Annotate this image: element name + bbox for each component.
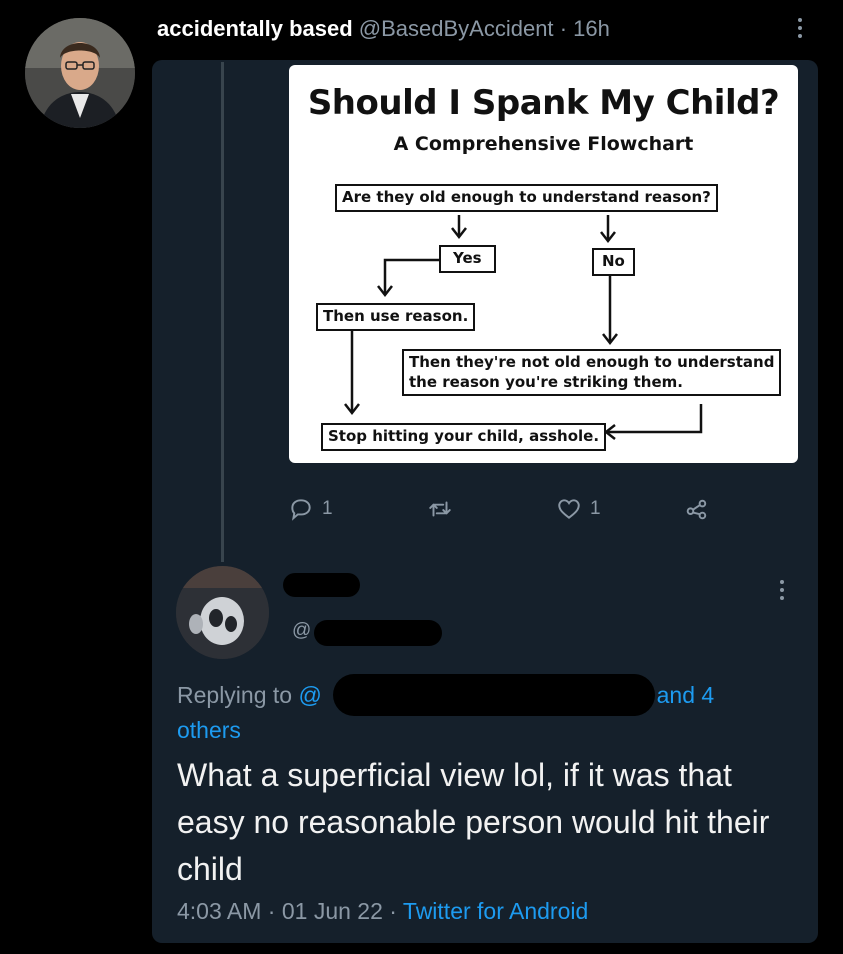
avatar[interactable]	[25, 18, 135, 128]
reply-handle-prefix: @	[292, 620, 312, 641]
flowchart-use-reason-box: Then use reason.	[316, 303, 476, 331]
flowchart-title: Should I Spank My Child?	[307, 83, 780, 123]
flowchart-question-box: Are they old enough to understand reason…	[335, 184, 718, 212]
reply-source[interactable]: Twitter for Android	[403, 898, 588, 924]
flowchart-no-box: No	[592, 248, 635, 276]
meta-separator-2: ·	[389, 898, 397, 924]
flowchart-not-old-line2: the reason you're striking them.	[409, 372, 683, 391]
user-handle[interactable]: @BasedByAccident	[359, 16, 554, 41]
reply-icon	[291, 499, 311, 521]
tweet-image-flowchart[interactable]: Should I Spank My Child? A Comprehensive…	[289, 65, 798, 463]
flowchart-yes-box: Yes	[439, 245, 496, 273]
heart-icon	[558, 499, 580, 519]
display-name[interactable]: accidentally based	[157, 16, 353, 41]
flowchart-arrows	[344, 215, 703, 440]
reply-avatar[interactable]	[176, 566, 269, 659]
reply-meta: 4:03 AM · 01 Jun 22 · Twitter for Androi…	[177, 898, 588, 925]
retweet-button[interactable]	[427, 496, 461, 522]
tweet-age[interactable]: 16h	[573, 16, 610, 41]
reply-handle-redacted	[314, 620, 442, 646]
reply-text: What a superficial view lol, if it was t…	[177, 757, 770, 887]
replying-to-others-cont[interactable]: others	[177, 717, 241, 743]
share-icon	[686, 499, 707, 520]
reply-count: 1	[322, 498, 333, 519]
like-count: 1	[590, 498, 601, 519]
reply-avatar-image-icon	[176, 566, 269, 659]
reply-display-name-redacted	[283, 573, 360, 597]
avatar-portrait-icon	[25, 18, 135, 128]
tweet-actions: 1 1	[0, 496, 843, 526]
more-options-icon[interactable]	[798, 18, 804, 38]
reply-more-options-icon[interactable]	[780, 580, 786, 600]
retweet-icon	[429, 501, 451, 517]
mention-redacted	[333, 674, 655, 716]
reply-button[interactable]: 1	[288, 496, 333, 522]
header-separator: ·	[559, 16, 568, 41]
replying-to-mention[interactable]: @	[298, 682, 321, 708]
flowchart-subtitle: A Comprehensive Flowchart	[393, 133, 694, 155]
share-button[interactable]	[684, 496, 710, 522]
flowchart-stop-box: Stop hitting your child, asshole.	[321, 423, 607, 451]
replying-to-others[interactable]: and 4	[657, 682, 715, 708]
thread-line	[221, 62, 224, 562]
replying-to-label: Replying to	[177, 682, 293, 708]
tweet-header: accidentally based @BasedByAccident · 16…	[157, 16, 610, 42]
flowchart-not-old-line1: Then they're not old enough to understan…	[409, 353, 775, 371]
flowchart-not-old-box: Then they're not old enough to understan…	[402, 349, 782, 396]
reply-date[interactable]: 01 Jun 22	[282, 898, 383, 924]
meta-separator-1: ·	[267, 898, 276, 924]
reply-time[interactable]: 4:03 AM	[177, 898, 261, 924]
like-button[interactable]: 1	[556, 496, 601, 522]
